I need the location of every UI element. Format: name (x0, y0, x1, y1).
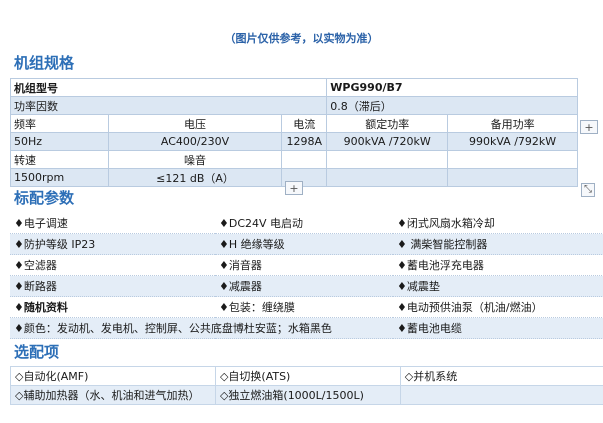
notice-text: （图片仅供参考，以实物为准） (224, 32, 379, 45)
resize-icon[interactable]: ⤡ (581, 183, 595, 197)
power-factor-value: 0.8（滞后） (326, 96, 578, 115)
standard-item: ♦电子调速 (10, 213, 215, 234)
value-rated-power: 900kVA /720kW (326, 132, 449, 151)
header-voltage: 电压 (107, 114, 283, 133)
standard-config-table: ♦电子调速 ♦DC24V 电启动 ♦闭式风扇水箱冷却 ♦防护等级 IP23 ♦H… (10, 213, 603, 339)
optional-item: ◇自切换(ATS) (214, 366, 401, 386)
optional-item: ◇并机系统 (399, 366, 603, 386)
table-row: ♦防护等级 IP23 ♦H 绝缘等级 ♦ 满柴智能控制器 (10, 233, 603, 255)
standard-item: ♦断路器 (10, 275, 215, 297)
standard-item-color: ♦颜色：发动机、发电机、控制屏、公共底盘博杜安蓝；水箱黑色 (10, 317, 393, 339)
noise-value: ≤121 dB（A） (107, 168, 283, 187)
standard-item: ♦随机资料 (10, 296, 215, 318)
standard-item: ♦减震垫 (393, 275, 603, 297)
standard-item: ♦闭式风扇水箱冷却 (393, 213, 603, 234)
header-standby-power: 备用功率 (447, 114, 578, 133)
table-row: ◇辅助加热器（水、机油和进气加热） ◇独立燃油箱(1000L/1500L) (10, 385, 603, 405)
empty-cell (447, 150, 578, 169)
model-label: 机组型号 (9, 78, 328, 97)
noise-label: 噪音 (107, 150, 283, 169)
table-row: ♦颜色：发动机、发电机、控制屏、公共底盘博杜安蓝；水箱黑色 ♦蓄电池电缆 (10, 317, 603, 339)
add-row-button[interactable]: + (285, 181, 303, 195)
specs-section-title: 机组规格 (14, 54, 75, 72)
power-factor-label: 功率因数 (9, 96, 328, 115)
model-value: WPG990/B7 (326, 78, 578, 97)
standard-item: ♦包装：缠绕膜 (215, 296, 393, 318)
standard-item: ♦减震器 (215, 275, 393, 297)
specs-row-headers: 频率 电压 电流 额定功率 备用功率 (10, 114, 578, 133)
empty-cell (447, 168, 578, 187)
value-frequency: 50Hz (10, 132, 109, 151)
value-current: 1298A (281, 132, 328, 151)
header-current: 电流 (281, 114, 328, 133)
value-standby-power: 990kVA /792kW (447, 132, 578, 151)
specs-row-power-factor: 功率因数 0.8（滞后） (9, 96, 578, 115)
speed-value: 1500rpm (10, 168, 109, 187)
specs-row-model: 机组型号 WPG990/B7 (9, 78, 578, 97)
standard-item: ♦防护等级 IP23 (10, 233, 215, 255)
table-row: ♦电子调速 ♦DC24V 电启动 ♦闭式风扇水箱冷却 (10, 213, 603, 234)
optional-item: ◇自动化(AMF) (10, 366, 216, 386)
table-row: ♦随机资料 ♦包装：缠绕膜 ♦电动预供油泵（机油/燃油） (10, 296, 603, 318)
speed-label: 转速 (10, 150, 109, 169)
empty-cell (326, 168, 449, 187)
specs-table: 机组型号 WPG990/B7 功率因数 0.8（滞后） 频率 电压 电流 额定功… (9, 78, 578, 187)
table-row: ♦空滤器 ♦消音器 ♦蓄电池浮充电器 (10, 254, 603, 276)
standard-item: ♦电动预供油泵（机油/燃油） (393, 296, 603, 318)
standard-item: ♦DC24V 电启动 (215, 213, 393, 234)
standard-item: ♦H 绝缘等级 (215, 233, 393, 255)
optional-section-title: 选配项 (14, 343, 60, 361)
table-row: ♦断路器 ♦减震器 ♦减震垫 (10, 275, 603, 297)
add-column-button[interactable]: + (580, 120, 598, 134)
standard-item: ♦ 满柴智能控制器 (393, 233, 603, 255)
standard-section-title: 标配参数 (14, 189, 75, 207)
empty-cell (326, 150, 449, 169)
standard-item: ♦蓄电池浮充电器 (393, 254, 603, 276)
specs-row-values: 50Hz AC400/230V 1298A 900kVA /720kW 990k… (10, 132, 578, 151)
header-rated-power: 额定功率 (326, 114, 449, 133)
standard-item: ♦空滤器 (10, 254, 215, 276)
header-frequency: 频率 (10, 114, 109, 133)
optional-item (399, 385, 603, 405)
table-row: ◇自动化(AMF) ◇自切换(ATS) ◇并机系统 (10, 366, 603, 386)
specs-row-speed-noise-labels: 转速 噪音 (10, 150, 578, 169)
optional-item: ◇辅助加热器（水、机油和进气加热） (10, 385, 216, 405)
optional-config-table: ◇自动化(AMF) ◇自切换(ATS) ◇并机系统 ◇辅助加热器（水、机油和进气… (10, 366, 603, 405)
optional-item: ◇独立燃油箱(1000L/1500L) (214, 385, 401, 405)
empty-cell (281, 150, 328, 169)
value-voltage: AC400/230V (107, 132, 283, 151)
standard-item: ♦蓄电池电缆 (393, 317, 603, 339)
standard-item: ♦消音器 (215, 254, 393, 276)
